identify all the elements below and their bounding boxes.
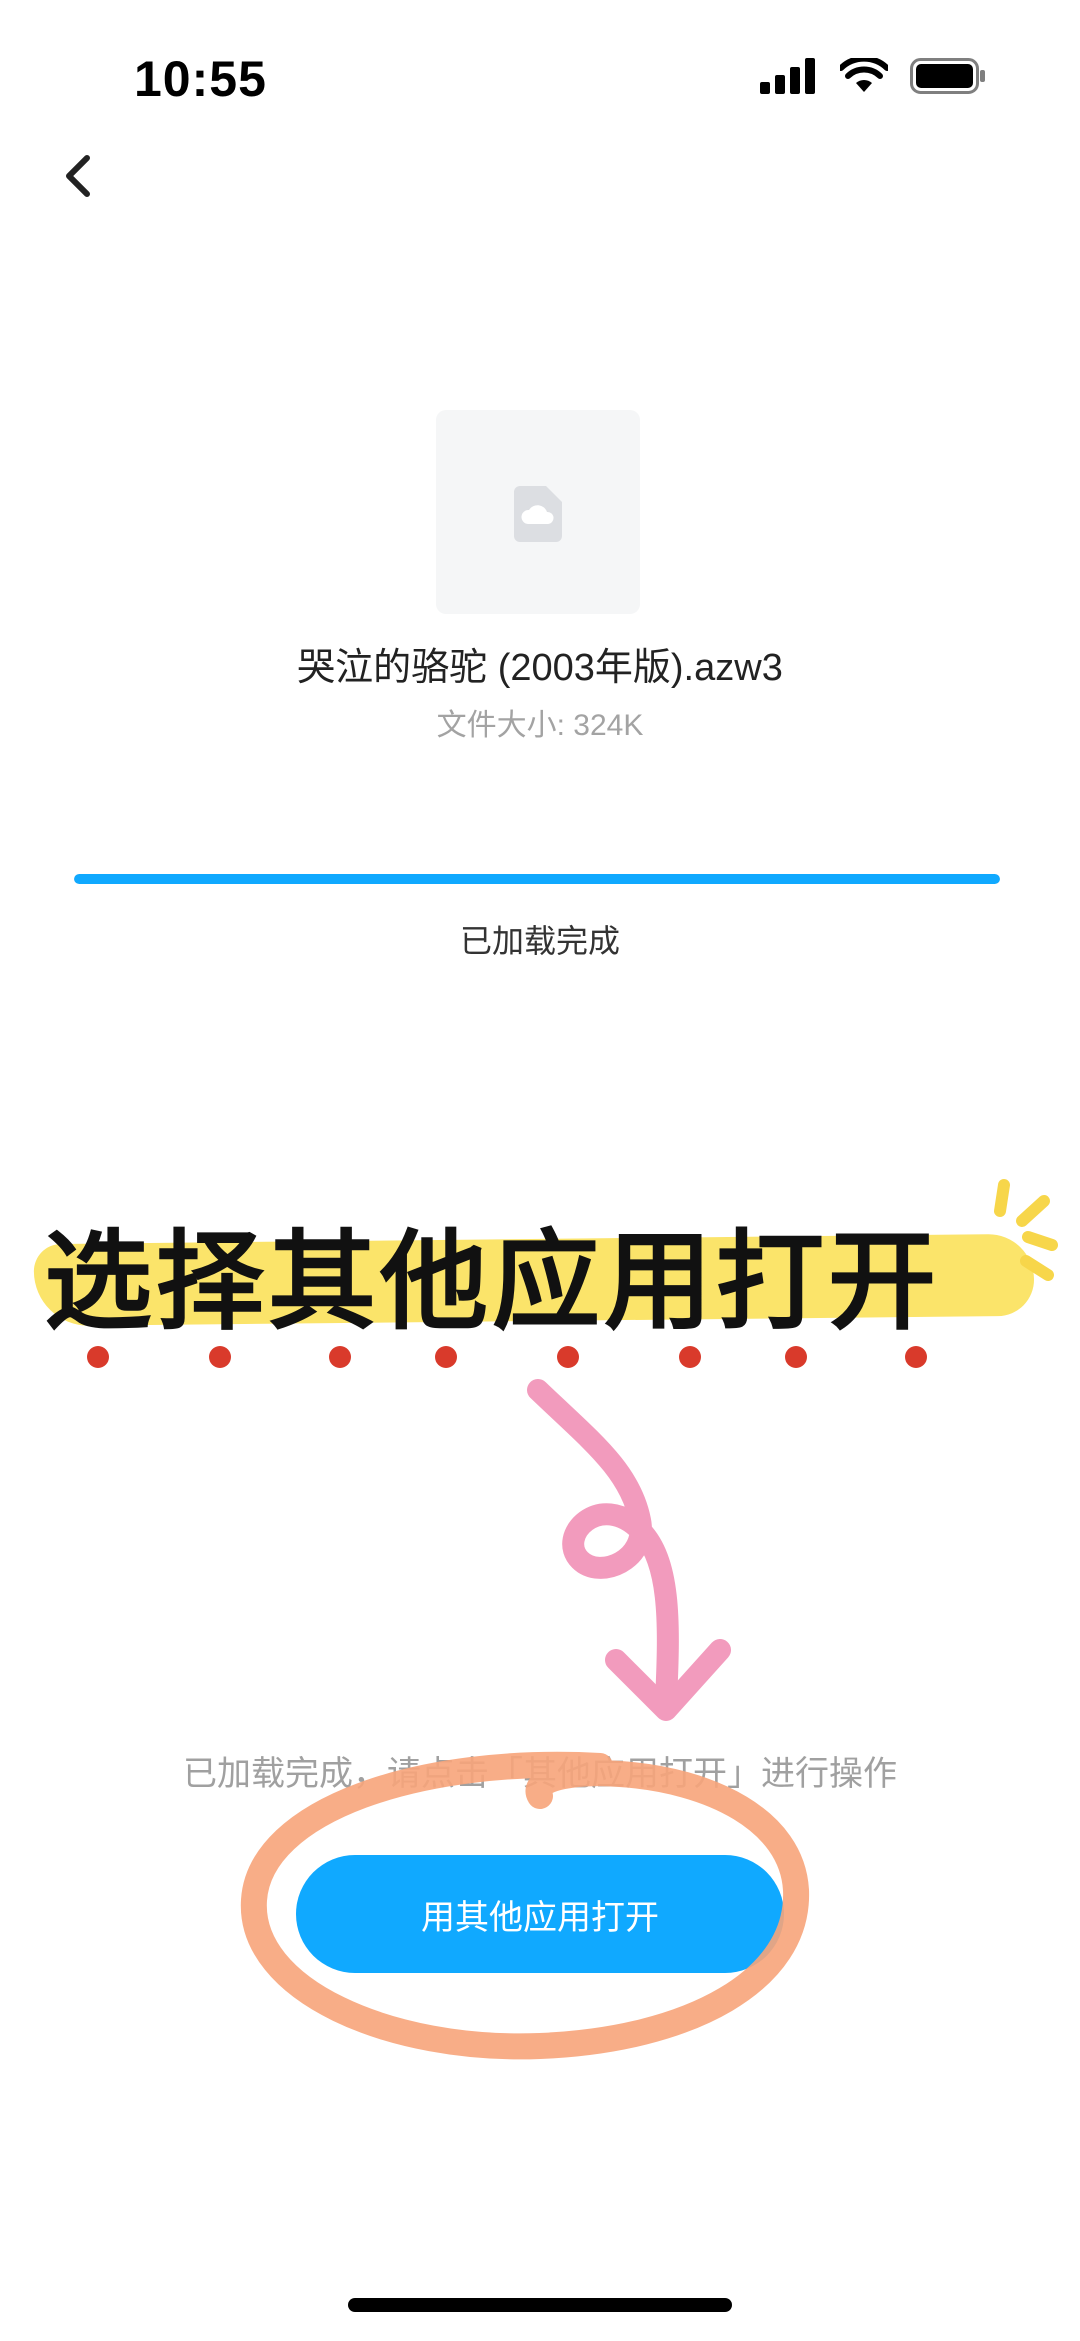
annotation-title: 选择其他应用打开 [44,1220,941,1345]
status-icons [760,58,986,94]
cellular-signal-icon [760,58,815,94]
file-size: 文件大小: 324K [436,709,644,742]
progress-fill [74,874,1000,884]
battery-icon [910,58,985,94]
file-thumbnail [436,410,640,614]
status-bar: 10:55 [0,0,1080,150]
home-indicator[interactable] [348,2298,732,2312]
progress-bar [74,874,1000,884]
sparkle-icon [994,1179,1058,1281]
pink-arrow-icon [527,1379,731,1721]
status-time: 10:55 [134,51,267,107]
hint-text: 已加载完成，请点击「其他应用打开」进行操作 [183,1755,897,1793]
chevron-left-icon [66,155,90,197]
cloud-document-icon [514,486,562,542]
file-name: 哭泣的骆驼 (2003年版).azw3 [297,647,783,689]
open-with-other-app-button[interactable]: 用其他应用打开 [296,1855,784,1973]
back-button[interactable] [48,140,108,212]
red-dots-decoration [87,1346,927,1368]
wifi-icon [840,58,888,92]
progress-status: 已加载完成 [459,923,620,959]
